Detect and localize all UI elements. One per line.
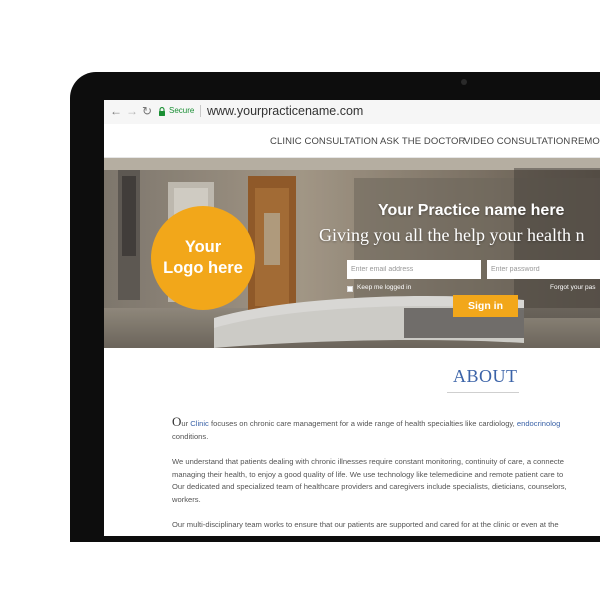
- keep-logged-in-label: Keep me logged in: [357, 284, 412, 291]
- logo-line-1: Your: [184, 238, 222, 256]
- browser-toolbar: ← → ↻ Secure www.yourpracticename.com: [104, 100, 600, 125]
- url-divider: [200, 105, 201, 117]
- about-paragraph-3: Our multi-disciplinary team works to ens…: [172, 519, 559, 532]
- reload-icon[interactable]: ↻: [142, 104, 152, 118]
- endocrinology-link[interactable]: endocrinolog: [517, 419, 561, 428]
- laptop-screen: ← → ↻ Secure www.yourpracticename.com CL…: [104, 100, 600, 536]
- p1-line2-text: conditions.: [172, 431, 209, 441]
- secure-indicator[interactable]: Secure: [158, 105, 194, 117]
- lock-icon: [159, 106, 165, 116]
- p2-line2: managing their health, to enjoy a good q…: [172, 469, 564, 479]
- about-paragraph-2: We understand that patients dealing with…: [172, 456, 567, 506]
- sign-in-button[interactable]: Sign in: [453, 295, 518, 317]
- password-field[interactable]: [487, 260, 600, 279]
- address-bar[interactable]: www.yourpracticename.com: [207, 103, 363, 119]
- tagline: Giving you all the help your health n: [319, 225, 585, 245]
- p2-line1: We understand that patients dealing with…: [172, 457, 565, 466]
- clinic-word: Clinic: [190, 419, 209, 428]
- p3-line1: Our multi-disciplinary team works to ens…: [172, 520, 559, 529]
- secure-label: Secure: [169, 106, 195, 115]
- p2-line4: workers.: [172, 494, 201, 504]
- p1-ur: ur: [181, 419, 189, 428]
- arrow-left-icon[interactable]: ←: [110, 104, 122, 118]
- nav-item-ask-the-doctor[interactable]: ASK THE DOCTOR: [380, 136, 466, 147]
- nav-item-clinic-consultation[interactable]: CLINIC CONSULTATION: [270, 136, 378, 147]
- p2-line3: Our dedicated and specialized team of he…: [172, 482, 567, 491]
- about-paragraph-1: Our Clinic focuses on chronic care manag…: [172, 414, 561, 443]
- webcam-icon: [461, 79, 467, 85]
- nav-item-remote[interactable]: REMOT: [571, 136, 600, 147]
- site-navigation: CLINIC CONSULTATION ASK THE DOCTOR VIDEO…: [104, 124, 600, 158]
- about-underline: [447, 392, 519, 393]
- logo-placeholder[interactable]: Your Logo here: [151, 206, 255, 310]
- drop-letter: O: [172, 414, 182, 429]
- practice-name-title: Your Practice name here: [378, 202, 565, 219]
- about-heading: ABOUT: [453, 366, 518, 386]
- keep-logged-in-checkbox[interactable]: [347, 286, 353, 292]
- logo-line-2: Logo here: [163, 259, 243, 277]
- email-field[interactable]: [347, 260, 481, 279]
- nav-item-video-consultation[interactable]: VIDEO CONSULTATION: [464, 136, 570, 147]
- hero-banner: Your Logo here Your Practice name here G…: [104, 158, 600, 348]
- forgot-password-link[interactable]: Forgot your pas: [550, 284, 596, 291]
- arrow-right-icon[interactable]: →: [126, 104, 138, 118]
- p1-line1-text: focuses on chronic care management for a…: [210, 419, 515, 428]
